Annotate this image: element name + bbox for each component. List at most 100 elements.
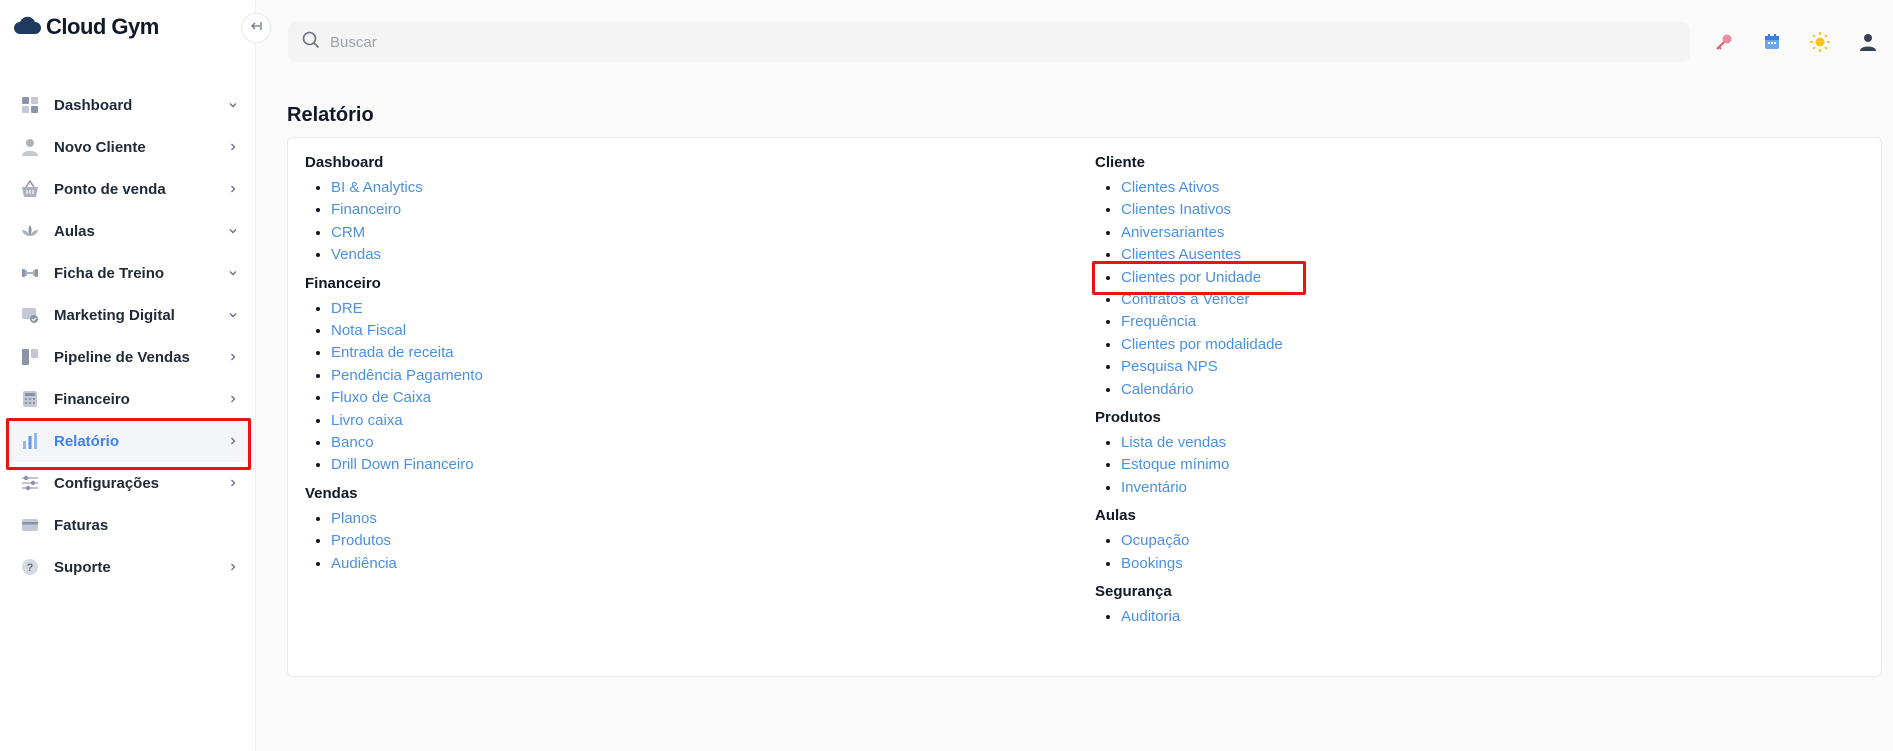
sidebar-item-ficha-de-treino[interactable]: Ficha de Treino — [6, 252, 250, 294]
brand-logo[interactable]: Cloud Gym — [12, 14, 159, 40]
report-link-list: Planos Produtos Audiência — [305, 508, 483, 575]
list-item: Clientes Ausentes — [1121, 244, 1283, 266]
report-link[interactable]: Contratos a Vencer — [1121, 291, 1249, 308]
report-link[interactable]: Clientes Inativos — [1121, 201, 1231, 218]
report-link[interactable]: Planos — [331, 510, 377, 527]
report-link[interactable]: Financeiro — [331, 201, 401, 218]
bar-chart-icon — [20, 431, 40, 451]
sidebar: Cloud Gym Dashboard Novo Cliente Ponto de … — [0, 0, 256, 751]
report-link[interactable]: Nota Fiscal — [331, 322, 406, 339]
sun-icon[interactable] — [1808, 30, 1832, 54]
report-link[interactable]: Vendas — [331, 246, 381, 263]
report-link[interactable]: Bookings — [1121, 555, 1183, 572]
sidebar-item-pipeline-de-vendas[interactable]: Pipeline de Vendas — [6, 336, 250, 378]
sidebar-item-label: Configurações — [54, 474, 160, 492]
chevron-right-icon — [226, 476, 240, 490]
report-link[interactable]: Pesquisa NPS — [1121, 358, 1218, 375]
sidebar-item-relatorio[interactable]: Relatório — [6, 420, 250, 462]
list-item: Pesquisa NPS — [1121, 356, 1283, 378]
user-profile-icon[interactable] — [1856, 30, 1880, 54]
collapse-sidebar-button[interactable] — [241, 13, 271, 43]
report-section-title: Produtos — [1095, 409, 1161, 427]
calendar-icon[interactable] — [1760, 30, 1784, 54]
report-link[interactable]: Clientes por modalidade — [1121, 336, 1283, 353]
sidebar-item-label: Novo Cliente — [54, 138, 146, 156]
report-link[interactable]: Audiência — [331, 555, 397, 572]
search-icon — [302, 31, 320, 54]
sidebar-item-marketing-digital[interactable]: Marketing Digital — [6, 294, 250, 336]
report-section-title: Financeiro — [305, 274, 381, 292]
list-item: Clientes por modalidade — [1121, 334, 1283, 356]
report-link-list: Ocupação Bookings — [1095, 530, 1283, 575]
list-item: Inventário — [1121, 477, 1283, 499]
report-link[interactable]: Auditoria — [1121, 608, 1180, 625]
list-item: Auditoria — [1121, 606, 1283, 628]
sidebar-item-label: Marketing Digital — [54, 306, 175, 324]
sidebar-item-label: Dashboard — [54, 96, 133, 114]
report-link[interactable]: Pendência Pagamento — [331, 367, 483, 384]
report-section-title: Dashboard — [305, 154, 384, 171]
report-link[interactable]: Inventário — [1121, 479, 1187, 496]
report-link[interactable]: Lista de vendas — [1121, 434, 1226, 451]
report-link[interactable]: Clientes por Unidade — [1121, 269, 1261, 286]
list-item: Aniversariantes — [1121, 222, 1283, 244]
sidebar-item-faturas[interactable]: Faturas — [6, 504, 250, 546]
search-bar[interactable] — [288, 22, 1690, 62]
sidebar-item-dashboard[interactable]: Dashboard — [6, 84, 250, 126]
chevron-right-icon — [226, 350, 240, 364]
report-link[interactable]: Clientes Ativos — [1121, 179, 1219, 196]
list-item: Contratos a Vencer — [1121, 289, 1283, 311]
sidebar-item-suporte[interactable]: ? Suporte — [6, 546, 250, 588]
report-link[interactable]: Frequência — [1121, 313, 1196, 330]
list-item: Financeiro — [331, 199, 483, 221]
search-input[interactable] — [330, 33, 930, 51]
list-item: Lista de vendas — [1121, 432, 1283, 454]
sidebar-item-label: Aulas — [54, 222, 95, 240]
sidebar-item-aulas[interactable]: Aulas — [6, 210, 250, 252]
list-item: DRE — [331, 298, 483, 320]
sidebar-item-ponto-de-venda[interactable]: Ponto de venda — [6, 168, 250, 210]
help-icon: ? — [20, 557, 40, 577]
report-link[interactable]: Calendário — [1121, 381, 1194, 398]
sidebar-item-novo-cliente[interactable]: Novo Cliente — [6, 126, 250, 168]
chevron-down-icon — [226, 224, 240, 238]
list-item: Fluxo de Caixa — [331, 387, 483, 409]
sidebar-item-label: Financeiro — [54, 390, 130, 408]
chevron-down-icon — [226, 266, 240, 280]
report-link[interactable]: Banco — [331, 434, 374, 451]
sliders-icon — [20, 473, 40, 493]
report-link[interactable]: BI & Analytics — [331, 179, 423, 196]
report-link[interactable]: Fluxo de Caixa — [331, 389, 431, 406]
list-item: Drill Down Financeiro — [331, 454, 483, 476]
key-icon[interactable] — [1712, 30, 1736, 54]
list-item: Calendário — [1121, 379, 1283, 401]
report-link[interactable]: CRM — [331, 224, 365, 241]
report-link[interactable]: Produtos — [331, 532, 391, 549]
sidebar-item-label: Pipeline de Vendas — [54, 348, 190, 366]
report-link[interactable]: Estoque mínimo — [1121, 456, 1229, 473]
sidebar-item-financeiro[interactable]: Financeiro — [6, 378, 250, 420]
sidebar-item-label: Faturas — [54, 516, 109, 534]
report-link[interactable]: Clientes Ausentes — [1121, 246, 1241, 263]
report-link[interactable]: Livro caixa — [331, 412, 403, 429]
report-link[interactable]: Ocupação — [1121, 532, 1189, 549]
header-actions — [1712, 30, 1880, 54]
cloud-icon — [12, 15, 42, 40]
chevron-right-icon — [226, 434, 240, 448]
basket-icon — [20, 179, 40, 199]
sidebar-item-configuracoes[interactable]: Configurações — [6, 462, 250, 504]
report-link[interactable]: Aniversariantes — [1121, 224, 1224, 241]
report-link[interactable]: DRE — [331, 300, 363, 317]
report-link-list: DRE Nota Fiscal Entrada de receita Pendênci… — [305, 298, 483, 477]
report-column-left: Dashboard BI & Analytics Financeiro CRM Vend… — [305, 152, 483, 581]
report-link[interactable]: Entrada de receita — [331, 344, 454, 361]
report-link[interactable]: Drill Down Financeiro — [331, 456, 474, 473]
report-link-list: BI & Analytics Financeiro CRM Vendas — [305, 177, 483, 267]
list-item: Produtos — [331, 530, 483, 552]
list-item: Audiência — [331, 553, 483, 575]
list-item: CRM — [331, 222, 483, 244]
lotus-icon — [20, 221, 40, 241]
sidebar-nav: Dashboard Novo Cliente Ponto de venda Aulas… — [6, 84, 250, 588]
chevron-right-icon — [226, 140, 240, 154]
brand-name: Cloud Gym — [46, 14, 159, 39]
